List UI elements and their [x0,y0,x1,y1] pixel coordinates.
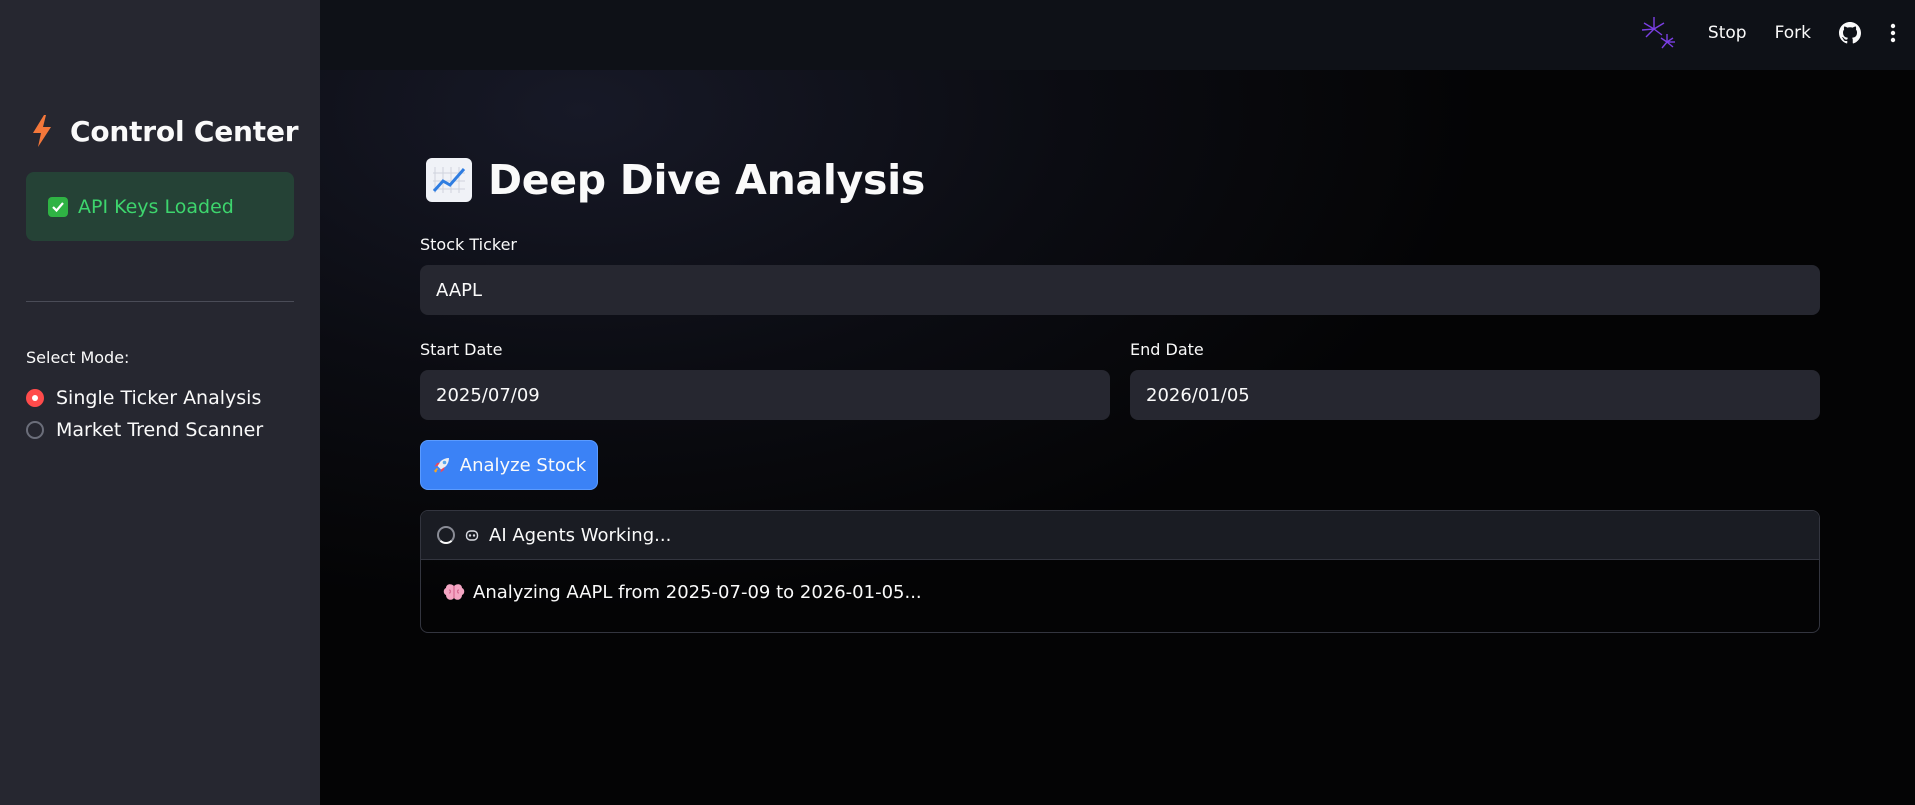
stock-ticker-label: Stock Ticker [420,235,518,254]
kebab-menu-icon[interactable] [1889,22,1897,44]
app-header: Stop Fork [320,0,1915,70]
status-expander-header[interactable]: AI Agents Working... [421,511,1819,560]
rocket-icon [433,458,449,473]
start-date-label: Start Date [420,340,503,359]
sidebar-title: Control Center [30,114,299,148]
status-message: Analyzing AAPL from 2025-07-09 to 2026-0… [473,582,922,603]
robot-icon [465,530,479,541]
api-status-text: API Keys Loaded [78,195,234,218]
analyze-stock-button[interactable]: Analyze Stock [420,440,598,490]
radio-label: Single Ticker Analysis [56,387,262,409]
lightning-bolt-icon [33,115,51,147]
sidebar-divider [26,301,294,302]
page-title: Deep Dive Analysis [426,156,925,204]
stock-ticker-input[interactable] [420,265,1820,315]
check-box-icon [48,196,68,217]
fork-button[interactable]: Fork [1775,23,1811,43]
github-icon[interactable] [1839,22,1861,44]
api-status-badge: API Keys Loaded [26,172,294,241]
sidebar: Control Center API Keys Loaded Select Mo… [0,0,320,805]
status-header-text: AI Agents Working... [489,524,672,546]
status-expander: AI Agents Working... Analyzing AAPL from… [420,510,1820,633]
radio-unchecked-icon[interactable] [26,421,44,439]
status-body: Analyzing AAPL from 2025-07-09 to 2026-0… [421,560,1819,603]
analyze-button-label: Analyze Stock [459,454,587,476]
mode-label: Select Mode: [26,348,130,367]
radio-label: Market Trend Scanner [56,419,264,441]
stop-button[interactable]: Stop [1708,23,1747,43]
radio-checked-icon[interactable] [26,389,44,407]
start-date-input[interactable] [420,370,1110,420]
app-window: Control Center API Keys Loaded Select Mo… [0,0,1915,805]
radio-single-ticker-analysis[interactable]: Single Ticker Analysis [26,382,263,414]
end-date-label: End Date [1130,340,1204,359]
spinner-icon [437,526,455,544]
sidebar-title-text: Control Center [70,114,299,148]
end-date-input[interactable] [1130,370,1820,420]
fireworks-icon [1641,17,1675,49]
chart-increasing-icon [426,158,472,202]
brain-icon [443,583,465,600]
page-title-text: Deep Dive Analysis [488,156,925,204]
mode-radio-group: Single Ticker Analysis Market Trend Scan… [26,382,263,446]
radio-market-trend-scanner[interactable]: Market Trend Scanner [26,414,263,446]
main-content: Deep Dive Analysis Stock Ticker Start Da… [320,70,1915,805]
header-actions: Stop Fork [1640,0,1897,66]
